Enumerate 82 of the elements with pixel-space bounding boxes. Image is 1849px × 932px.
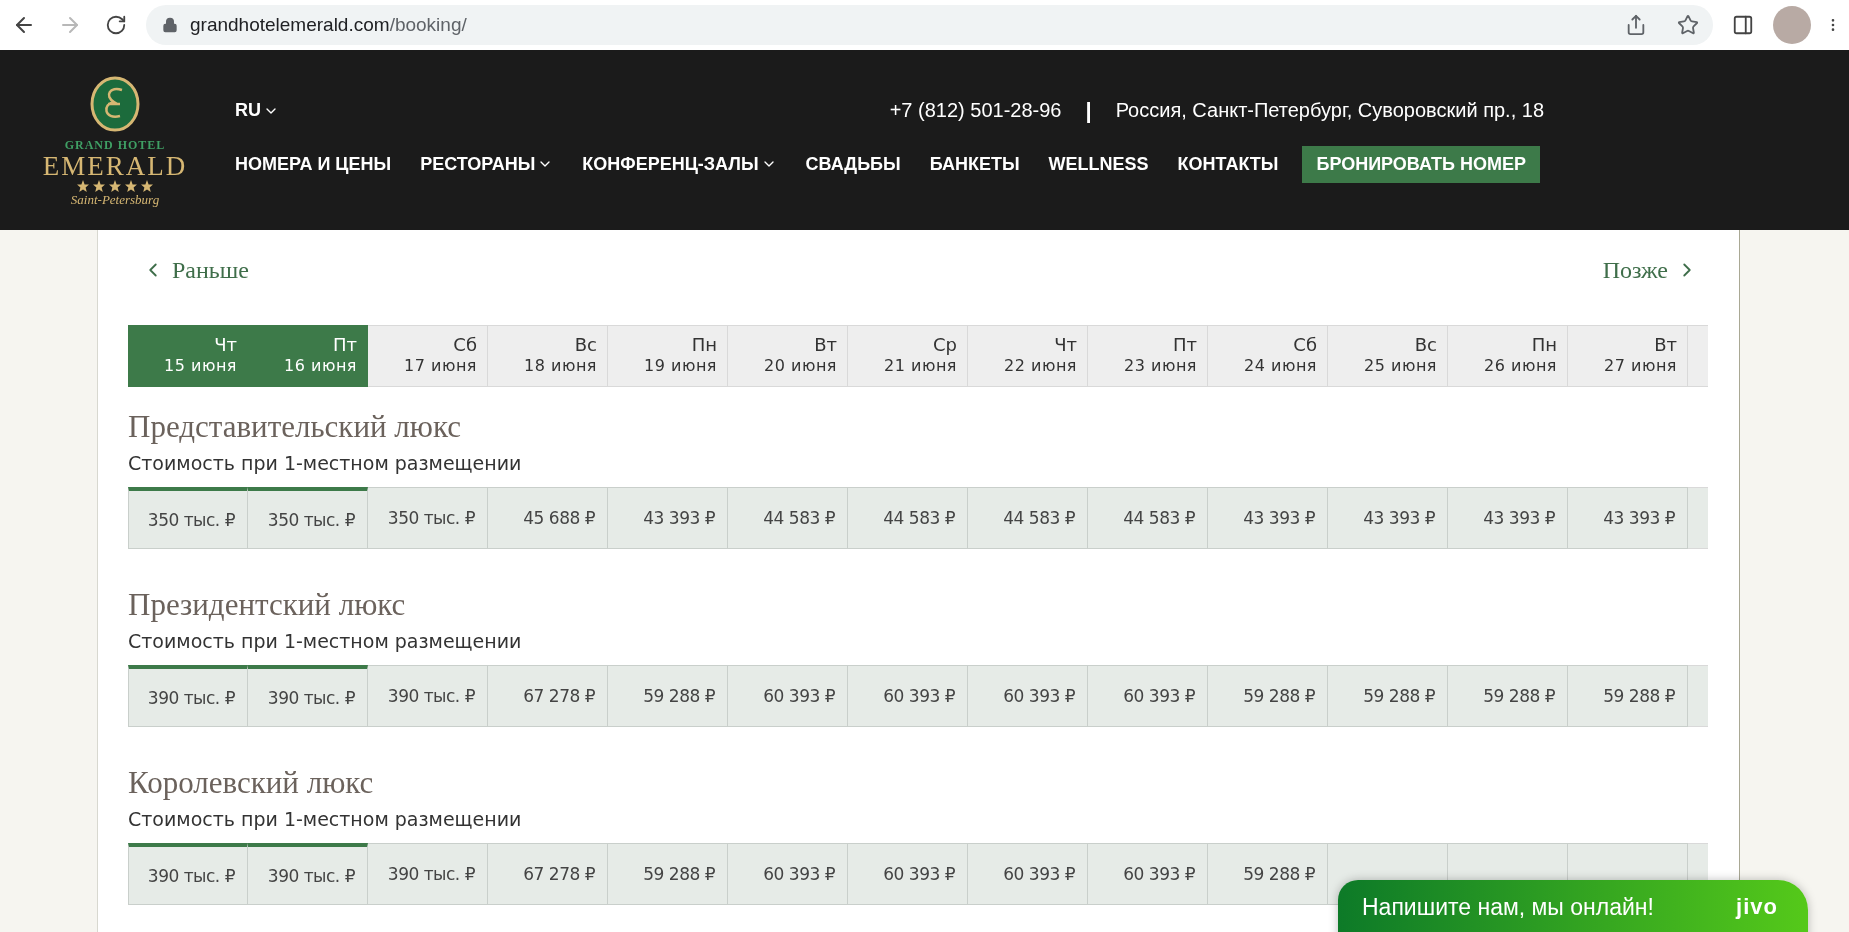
nav-link[interactable]: КОНФЕРЕНЦ-ЗАЛЫ xyxy=(582,153,777,175)
price-cell[interactable]: 43 393 ₽ xyxy=(608,487,728,549)
room-title: Королевский люкс xyxy=(128,765,375,801)
logo-text: GRAND HOTEL xyxy=(64,138,166,153)
price-cell[interactable]: 59 288 ₽ xyxy=(1208,665,1328,727)
price-cell[interactable]: 45 688 ₽ xyxy=(488,487,608,549)
room-subtitle: Стоимость при 1-местном размещении xyxy=(128,629,523,653)
star-icon[interactable] xyxy=(1677,14,1699,36)
chat-toast[interactable]: Напишите нам, мы онлайн! jivo xyxy=(1338,880,1808,932)
price-cell[interactable]: 59 288 ₽ xyxy=(1328,665,1448,727)
phone-number: +7 (812) 501-28-96 xyxy=(889,99,1062,122)
price-cell[interactable]: 390 тыс. ₽ xyxy=(368,665,488,727)
price-cell[interactable]: 390 тыс. ₽ xyxy=(368,843,488,905)
price-cell[interactable]: 60 393 ₽ xyxy=(728,843,848,905)
stars-icon xyxy=(77,180,153,192)
price-cell[interactable]: 60 393 ₽ xyxy=(968,665,1088,727)
price-cell[interactable]: 390 тыс. ₽ xyxy=(248,665,368,727)
logo-text: EMERALD xyxy=(42,153,188,180)
nav-link[interactable]: РЕСТОРАНЫ xyxy=(420,153,554,175)
price-cell-edge xyxy=(1688,665,1708,727)
price-cell[interactable]: 44 583 ₽ xyxy=(848,487,968,549)
price-cell[interactable]: 44 583 ₽ xyxy=(1088,487,1208,549)
date-tab[interactable]: Сб 24 июня xyxy=(1208,325,1328,387)
room-title: Президентский люкс xyxy=(128,587,407,623)
date-tab[interactable]: Вс 18 июня xyxy=(488,325,608,387)
price-cell[interactable]: 60 393 ₽ xyxy=(848,843,968,905)
room-subtitle: Стоимость при 1-местном размещении xyxy=(128,451,523,475)
nav-link[interactable]: WELLNESS xyxy=(1048,153,1149,175)
emblem-icon xyxy=(90,76,140,132)
earlier-link[interactable]: Раньше xyxy=(142,255,249,285)
price-cell[interactable]: 44 583 ₽ xyxy=(728,487,848,549)
date-tab[interactable]: Пт 23 июня xyxy=(1088,325,1208,387)
price-cell[interactable]: 350 тыс. ₽ xyxy=(128,487,248,549)
nav-link[interactable]: БАНКЕТЫ xyxy=(929,153,1020,175)
price-cell[interactable]: 60 393 ₽ xyxy=(1088,665,1208,727)
price-cell[interactable]: 67 278 ₽ xyxy=(488,665,608,727)
share-icon[interactable] xyxy=(1625,14,1647,36)
price-cell[interactable]: 350 тыс. ₽ xyxy=(368,487,488,549)
price-cell[interactable]: 67 278 ₽ xyxy=(488,843,608,905)
date-tab[interactable]: Пт 16 июня xyxy=(248,325,368,387)
separator: | xyxy=(1085,97,1092,124)
price-cell[interactable]: 44 583 ₽ xyxy=(968,487,1088,549)
price-cell[interactable]: 390 тыс. ₽ xyxy=(128,843,248,905)
date-tab[interactable]: Вт 20 июня xyxy=(728,325,848,387)
room-subtitle: Стоимость при 1-местном размещении xyxy=(128,807,523,831)
nav-link[interactable]: КОНТАКТЫ xyxy=(1177,153,1279,175)
price-cell[interactable]: 59 288 ₽ xyxy=(608,843,728,905)
lock-icon xyxy=(162,17,178,33)
address-text: Россия, Санкт-Петербург, Суворовский пр., 18 xyxy=(1115,99,1544,122)
room-title: Представительский люкс xyxy=(128,409,463,445)
price-cell[interactable]: 60 393 ₽ xyxy=(848,665,968,727)
price-cell[interactable]: 60 393 ₽ xyxy=(968,843,1088,905)
date-tab[interactable]: Пн 26 июня xyxy=(1448,325,1568,387)
date-tab-edge xyxy=(1688,325,1708,387)
price-cell[interactable]: 350 тыс. ₽ xyxy=(248,487,368,549)
price-cell[interactable]: 59 288 ₽ xyxy=(608,665,728,727)
price-cell[interactable]: 43 393 ₽ xyxy=(1448,487,1568,549)
later-link[interactable]: Позже xyxy=(1602,255,1698,285)
language-selector[interactable]: RU xyxy=(235,100,279,121)
date-tab[interactable]: Пн 19 июня xyxy=(608,325,728,387)
price-cell[interactable]: 59 288 ₽ xyxy=(1568,665,1688,727)
date-tab[interactable]: Ср 21 июня xyxy=(848,325,968,387)
price-cell[interactable]: 43 393 ₽ xyxy=(1328,487,1448,549)
nav-link[interactable]: СВАДЬБЫ xyxy=(805,153,901,175)
price-cell[interactable]: 43 393 ₽ xyxy=(1568,487,1688,549)
date-tab[interactable]: Вт 27 июня xyxy=(1568,325,1688,387)
date-tab[interactable]: Сб 17 июня xyxy=(368,325,488,387)
date-tab[interactable]: Чт 15 июня xyxy=(128,325,248,387)
price-cell[interactable]: 59 288 ₽ xyxy=(1208,843,1328,905)
price-cell[interactable]: 390 тыс. ₽ xyxy=(248,843,368,905)
price-cell-edge xyxy=(1688,487,1708,549)
book-room-button[interactable]: БРОНИРОВАТЬ НОМЕР xyxy=(1302,145,1540,183)
price-cell[interactable]: 59 288 ₽ xyxy=(1448,665,1568,727)
price-cell[interactable]: 60 393 ₽ xyxy=(1088,843,1208,905)
price-cell[interactable]: 43 393 ₽ xyxy=(1208,487,1328,549)
address-bar[interactable]: grandhotelemerald.com/booking/ xyxy=(146,5,1713,45)
price-cell[interactable]: 390 тыс. ₽ xyxy=(128,665,248,727)
date-tab[interactable]: Чт 22 июня xyxy=(968,325,1088,387)
price-cell[interactable]: 60 393 ₽ xyxy=(728,665,848,727)
date-tab[interactable]: Вс 25 июня xyxy=(1328,325,1448,387)
logo-text: Saint-Petersburg xyxy=(70,192,160,208)
nav-link[interactable]: НОМЕРА И ЦЕНЫ xyxy=(235,153,392,175)
